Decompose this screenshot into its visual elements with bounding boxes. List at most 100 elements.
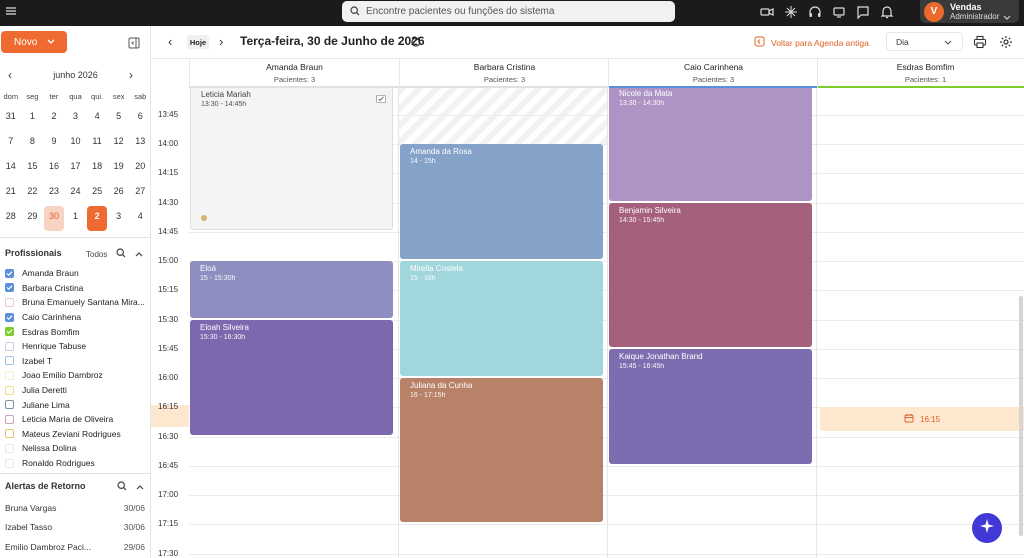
professional-item[interactable]: Caio Carinhena xyxy=(5,310,145,325)
user-menu[interactable]: V Vendas Administrador xyxy=(920,0,1019,23)
calendar-day[interactable]: 30 xyxy=(43,206,64,231)
appointment-card[interactable]: Kaique Jonathan Brand 15:45 - 16:45h xyxy=(609,348,812,464)
professional-item[interactable]: Barbara Cristina xyxy=(5,281,145,296)
calendar-day[interactable]: 31 xyxy=(1,106,21,131)
professional-column-header[interactable]: Caio Carinhena Pacientes: 3 xyxy=(608,58,818,88)
bell-icon[interactable] xyxy=(880,5,894,19)
calendar-day[interactable]: 11 xyxy=(87,131,107,156)
professional-item[interactable]: Juliane Lima xyxy=(5,397,145,412)
old-agenda-link[interactable]: Voltar para Agenda antiga xyxy=(754,36,869,49)
professional-item[interactable]: Ronaldo Rodrigues xyxy=(5,456,145,471)
sparkle-icon[interactable] xyxy=(784,5,798,19)
search-bar[interactable] xyxy=(342,1,675,22)
calendar-day[interactable]: 28 xyxy=(1,206,21,231)
professional-checkbox[interactable] xyxy=(5,341,14,351)
new-button[interactable]: Novo xyxy=(1,31,67,53)
appointment-card[interactable]: Nicole da Mata 13:30 - 14:30h xyxy=(609,88,812,201)
calendar-day[interactable]: 21 xyxy=(1,181,21,206)
calendar-day[interactable]: 14 xyxy=(1,156,21,181)
appointment-card[interactable]: Eloá 15 - 15:30h xyxy=(190,261,393,318)
professional-column-header[interactable]: Amanda Braun Pacientes: 3 xyxy=(189,58,399,88)
professional-checkbox[interactable] xyxy=(5,268,14,278)
chevron-up-icon[interactable] xyxy=(135,250,143,259)
professional-item[interactable]: Nelissa Dolina xyxy=(5,441,145,456)
calendar-day[interactable]: 8 xyxy=(22,131,42,156)
calendar-day[interactable]: 27 xyxy=(130,181,150,206)
calendar-day[interactable]: 1 xyxy=(66,206,86,231)
calendar-day[interactable]: 3 xyxy=(66,106,86,131)
professional-item[interactable]: Esdras Bomfim xyxy=(5,324,145,339)
calendar-day[interactable]: 18 xyxy=(87,156,107,181)
refresh-icon[interactable] xyxy=(410,35,422,47)
professional-checkbox[interactable] xyxy=(5,356,14,366)
calendar-day[interactable]: 2 xyxy=(87,206,108,231)
search-icon[interactable] xyxy=(117,481,127,493)
calendar-day[interactable]: 19 xyxy=(109,156,129,181)
search-input[interactable] xyxy=(366,6,666,17)
chevron-up-icon[interactable] xyxy=(136,483,144,492)
calendar-day[interactable]: 15 xyxy=(22,156,42,181)
calendar-day[interactable]: 16 xyxy=(44,156,64,181)
calendar-day[interactable]: 3 xyxy=(109,206,129,231)
print-icon[interactable] xyxy=(973,35,987,49)
calendar-day[interactable]: 17 xyxy=(66,156,86,181)
calendar-day[interactable]: 13 xyxy=(130,131,150,156)
calendar-day[interactable]: 4 xyxy=(130,206,150,231)
calendar-day[interactable]: 9 xyxy=(44,131,64,156)
professional-item[interactable]: Julia Deretti xyxy=(5,383,145,398)
assistant-fab[interactable] xyxy=(972,513,1002,543)
professional-checkbox[interactable] xyxy=(5,414,14,424)
view-select[interactable]: Dia xyxy=(886,32,963,51)
gear-icon[interactable] xyxy=(999,35,1013,49)
professional-checkbox[interactable] xyxy=(5,312,14,322)
professional-checkbox[interactable] xyxy=(5,458,14,468)
calendar-day[interactable]: 7 xyxy=(1,131,21,156)
professional-checkbox[interactable] xyxy=(5,327,14,337)
professional-checkbox[interactable] xyxy=(5,297,14,307)
scrollbar[interactable] xyxy=(1019,296,1023,536)
chat-icon[interactable] xyxy=(856,5,870,20)
calendar-day[interactable]: 6 xyxy=(130,106,150,131)
alert-item[interactable]: Emilio Dambroz Paci... 29/06 xyxy=(5,537,145,557)
professional-checkbox[interactable] xyxy=(5,370,14,380)
calendar-day[interactable]: 1 xyxy=(22,106,42,131)
search-icon[interactable] xyxy=(116,248,126,260)
calendar-day[interactable]: 20 xyxy=(130,156,150,181)
calendar-day[interactable]: 4 xyxy=(87,106,107,131)
calendar-day[interactable]: 24 xyxy=(66,181,86,206)
professional-column-header[interactable]: Barbara Cristina Pacientes: 3 xyxy=(399,58,609,88)
calendar-day[interactable]: 12 xyxy=(109,131,129,156)
next-day-icon[interactable]: › xyxy=(219,34,223,49)
professional-column-header[interactable]: Esdras Bomfim Pacientes: 1 xyxy=(817,58,1024,88)
calendar-day[interactable]: 23 xyxy=(44,181,64,206)
calendar-day[interactable]: 29 xyxy=(22,206,42,231)
appointment-card[interactable]: Juliana da Cunha 16 - 17:15h xyxy=(400,378,603,523)
appointment-card[interactable]: Leticia Mariah 13:30 - 14:45h xyxy=(190,88,393,230)
calendar-day[interactable]: 22 xyxy=(22,181,42,206)
calendar-day[interactable]: 10 xyxy=(66,131,86,156)
professional-item[interactable]: Mateus Zeviani Rodrigues xyxy=(5,427,145,442)
professional-item[interactable]: Izabel T xyxy=(5,354,145,369)
today-button[interactable]: Hoje xyxy=(187,35,209,49)
professional-item[interactable]: Bruna Emanuely Santana Mira... xyxy=(5,295,145,310)
professional-item[interactable]: Amanda Braun xyxy=(5,266,145,281)
professional-checkbox[interactable] xyxy=(5,429,14,439)
available-slot[interactable]: 16:15 xyxy=(820,407,1024,432)
calendar-next-icon[interactable]: › xyxy=(129,68,133,82)
all-professionals-link[interactable]: Todos xyxy=(86,250,107,259)
prev-day-icon[interactable]: ‹ xyxy=(168,34,172,49)
appointment-card[interactable]: Mirella Costela 15 - 16h xyxy=(400,261,603,376)
calendar-day[interactable]: 26 xyxy=(109,181,129,206)
appointment-card[interactable]: Eloah Silveira 15:30 - 16:30h xyxy=(190,319,393,435)
calendar-day[interactable]: 5 xyxy=(109,106,129,131)
appointment-card[interactable]: Benjamin Silveira 14:30 - 15:45h xyxy=(609,202,812,347)
alert-item[interactable]: Bruna Vargas 30/06 xyxy=(5,498,145,518)
tv-icon[interactable] xyxy=(832,5,846,19)
collapse-sidebar-icon[interactable] xyxy=(128,36,142,50)
menu-icon[interactable] xyxy=(5,5,17,17)
appointment-card[interactable]: Amanda da Rosa 14 - 15h xyxy=(400,144,603,259)
alert-item[interactable]: Izabel Tasso 30/06 xyxy=(5,518,145,538)
professional-item[interactable]: Henrique Tabuse xyxy=(5,339,145,354)
professional-checkbox[interactable] xyxy=(5,385,14,395)
professional-checkbox[interactable] xyxy=(5,400,14,410)
